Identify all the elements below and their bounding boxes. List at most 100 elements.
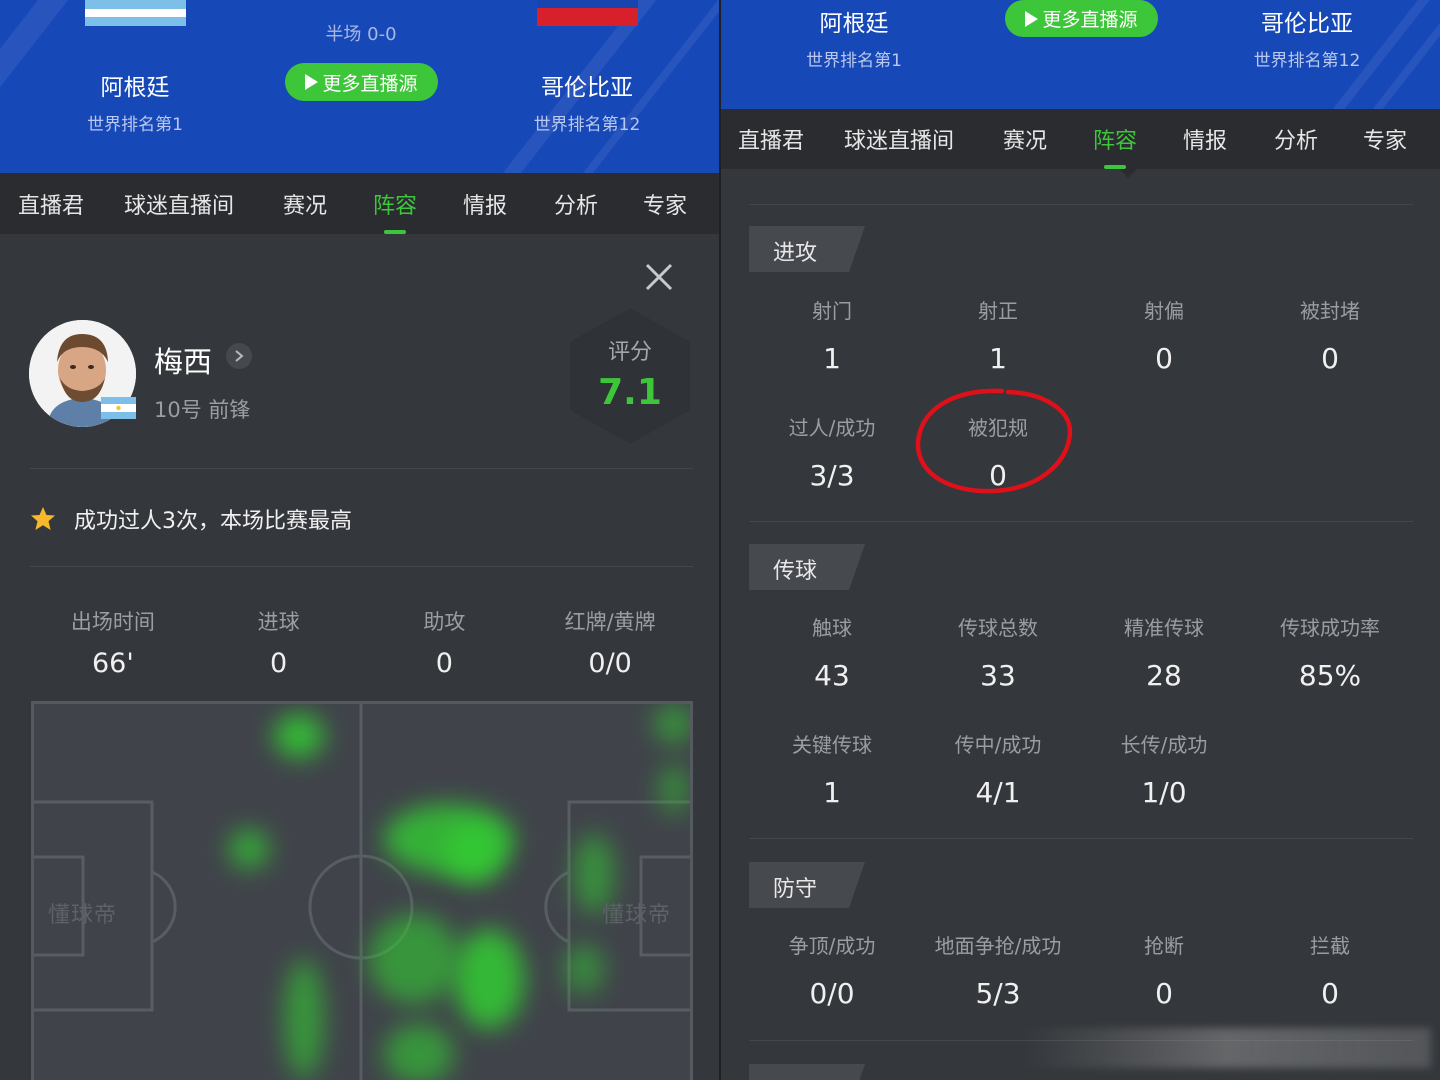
stat-value: 0/0	[809, 977, 855, 1010]
home-team-name: 阿根廷	[100, 75, 170, 101]
stat-label: 红牌/黄牌	[564, 610, 656, 634]
heat-spot	[274, 714, 324, 758]
tab-analysis[interactable]: 分析	[1274, 109, 1318, 169]
more-live-sources-label: 更多直播源	[1042, 9, 1138, 31]
stat-cards: 红牌/黄牌 0/0	[527, 606, 693, 679]
stat-value: 33	[980, 659, 1016, 692]
stat-value: 3/3	[809, 459, 855, 492]
stat-crosses: 传中/成功 4/1	[915, 729, 1081, 809]
stat-minutes: 出场时间 66'	[30, 606, 196, 679]
away-team[interactable]: 哥伦比亚 世界排名第12	[1197, 4, 1417, 71]
divider	[749, 521, 1413, 522]
highlight-text: 成功过人3次，本场比赛最高	[74, 509, 352, 534]
argentina-flag-icon	[85, 0, 186, 26]
stat-value: 4/1	[975, 776, 1021, 809]
player-rating-badge: 评分 7.1	[568, 306, 692, 446]
stat-label: 传球成功率	[1280, 616, 1380, 640]
stat-label: 关键传球	[792, 733, 872, 757]
stat-interceptions: 拦截 0	[1247, 930, 1413, 1010]
stat-aerial-duels: 争顶/成功 0/0	[749, 930, 915, 1010]
section-title: 进攻	[773, 241, 818, 266]
tab-match-status[interactable]: 赛况	[1003, 109, 1047, 169]
stat-label: 过人/成功	[788, 416, 876, 440]
stat-label: 射门	[812, 299, 852, 323]
stat-value: 43	[814, 659, 850, 692]
rating-value: 7.1	[598, 372, 662, 413]
tab-live-host[interactable]: 直播君	[738, 109, 804, 169]
player-highlight: 成功过人3次，本场比赛最高	[30, 503, 352, 535]
stat-value: 85%	[1298, 659, 1362, 692]
more-live-sources-button[interactable]: 更多直播源	[285, 63, 438, 101]
tab-analysis[interactable]: 分析	[554, 173, 598, 234]
red-annotation-circle	[915, 388, 1073, 494]
away-team-rank: 世界排名第12	[1253, 51, 1361, 71]
tab-bar: 直播君 球迷直播间 赛况 阵容 情报 分析 专家	[0, 173, 721, 234]
stat-label: 争顶/成功	[788, 934, 876, 958]
tab-fan-room[interactable]: 球迷直播间	[124, 173, 234, 234]
defense-stats-row-1: 争顶/成功 0/0 地面争抢/成功 5/3 抢断 0 拦截 0	[749, 930, 1413, 1010]
tab-intel[interactable]: 情报	[1183, 109, 1227, 169]
home-team[interactable]: 阿根廷 世界排名第1	[25, 68, 245, 135]
divider	[30, 468, 693, 469]
tab-experts[interactable]: 专家	[1363, 109, 1407, 169]
stat-value: 0	[1155, 977, 1173, 1010]
tab-live-host[interactable]: 直播君	[18, 173, 84, 234]
rating-label: 评分	[607, 340, 652, 365]
stat-value: 0	[1321, 342, 1339, 375]
heat-spot	[229, 829, 269, 869]
stat-accurate-passes: 精准传球 28	[1081, 612, 1247, 692]
stat-value: 0	[1155, 342, 1173, 375]
colombia-flag-icon	[537, 0, 638, 26]
heat-spot	[284, 959, 324, 1079]
section-title: 传球	[773, 559, 818, 584]
player-detail-chevron-icon[interactable]	[226, 343, 252, 369]
active-tab-caret	[1119, 169, 1137, 178]
stat-value: 1/0	[1141, 776, 1187, 809]
heat-spot	[454, 929, 524, 1029]
stat-shots-blocked: 被封堵 0	[1247, 295, 1413, 375]
right-screenshot-panel: 阿根廷 世界排名第1 哥伦比亚 世界排名第12 更多直播源 直播君 球迷直播间 …	[721, 0, 1440, 1080]
stat-label: 传中/成功	[954, 733, 1042, 757]
player-name[interactable]: 梅西	[154, 339, 212, 381]
section-title: 防守	[773, 877, 818, 902]
stat-value: 66'	[91, 648, 134, 679]
match-header: 半场 0-0 阿根廷 世界排名第1 哥伦比亚 世界排名第12 更多直播源	[0, 0, 721, 173]
more-live-sources-button[interactable]: 更多直播源	[1005, 0, 1158, 37]
divider	[30, 566, 693, 567]
section-tag-next	[749, 1064, 865, 1080]
away-team-name: 哥伦比亚	[1261, 11, 1353, 37]
away-team[interactable]: 哥伦比亚 世界排名第12	[477, 68, 697, 135]
stat-value: 1	[989, 342, 1007, 375]
tab-intel[interactable]: 情报	[463, 173, 507, 234]
stat-label: 进球	[257, 610, 300, 634]
tab-lineup[interactable]: 阵容	[1093, 109, 1137, 169]
stat-value: 1	[823, 776, 841, 809]
stat-label: 长传/成功	[1120, 733, 1208, 757]
tab-lineup[interactable]: 阵容	[373, 173, 417, 234]
stat-value: 0	[1321, 977, 1339, 1010]
left-screenshot-panel: 半场 0-0 阿根廷 世界排名第1 哥伦比亚 世界排名第12 更多直播源 直播君…	[0, 0, 721, 1080]
stat-value: 28	[1146, 659, 1182, 692]
tab-match-status[interactable]: 赛况	[283, 173, 327, 234]
stat-shots: 射门 1	[749, 295, 915, 375]
home-team-rank: 世界排名第1	[806, 51, 902, 71]
stat-label: 出场时间	[70, 610, 155, 634]
match-header: 阿根廷 世界排名第1 哥伦比亚 世界排名第12 更多直播源	[721, 0, 1440, 109]
tab-fan-room[interactable]: 球迷直播间	[844, 109, 954, 169]
stat-label: 抢断	[1144, 934, 1184, 958]
stat-label: 触球	[812, 616, 852, 640]
stat-value: 0	[435, 648, 453, 679]
stat-touches: 触球 43	[749, 612, 915, 692]
close-icon[interactable]	[644, 262, 674, 292]
heat-spot	[384, 1024, 454, 1080]
passing-stats-row-1: 触球 43 传球总数 33 精准传球 28 传球成功率 85%	[749, 612, 1413, 692]
stat-value: 5/3	[975, 977, 1021, 1010]
divider	[749, 838, 1413, 839]
player-number-position: 10号 前锋	[154, 398, 251, 422]
home-team[interactable]: 阿根廷 世界排名第1	[744, 4, 964, 71]
tab-experts[interactable]: 专家	[643, 173, 687, 234]
player-nation-flag-icon	[101, 397, 136, 419]
stat-label: 助攻	[423, 610, 466, 634]
stat-goals: 进球 0	[196, 606, 362, 679]
away-team-rank: 世界排名第12	[533, 115, 641, 135]
